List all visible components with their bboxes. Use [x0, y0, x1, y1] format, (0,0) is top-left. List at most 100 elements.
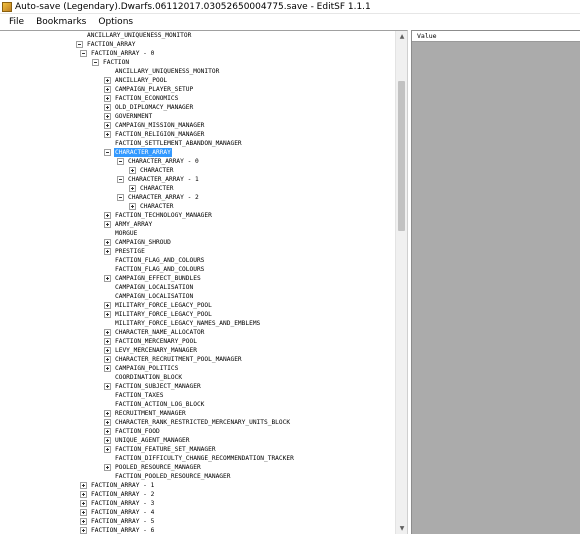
tree-node[interactable]: CHARACTER_NAME_ALLOCATOR	[104, 328, 205, 337]
collapse-minus-icon[interactable]	[80, 50, 87, 57]
expand-plus-icon[interactable]	[104, 77, 111, 84]
expand-plus-icon[interactable]	[80, 527, 87, 534]
collapse-minus-icon[interactable]	[92, 59, 99, 66]
expand-plus-icon[interactable]	[129, 203, 136, 210]
expand-plus-icon[interactable]	[104, 338, 111, 345]
tree-node[interactable]: FACTION_TAXES	[104, 391, 164, 400]
expand-plus-icon[interactable]	[104, 302, 111, 309]
tree-node[interactable]: CHARACTER	[129, 202, 175, 211]
expand-plus-icon[interactable]	[80, 500, 87, 507]
tree-node[interactable]: POOLED_RESOURCE_MANAGER	[104, 463, 202, 472]
expand-plus-icon[interactable]	[104, 329, 111, 336]
collapse-minus-icon[interactable]	[117, 176, 124, 183]
tree-node[interactable]: CHARACTER_ARRAY	[104, 148, 172, 157]
tree-node[interactable]: FACTION_ARRAY - 5	[80, 517, 155, 526]
tree-node[interactable]: OLD_DIPLOMACY_MANAGER	[104, 103, 194, 112]
expand-plus-icon[interactable]	[104, 104, 111, 111]
tree-node[interactable]: FACTION_ECONOMICS	[104, 94, 179, 103]
expand-plus-icon[interactable]	[129, 167, 136, 174]
tree-node[interactable]: FACTION_SETTLEMENT_ABANDON_MANAGER	[104, 139, 243, 148]
tree-node[interactable]: ANCILLARY_POOL	[104, 76, 168, 85]
collapse-minus-icon[interactable]	[76, 41, 83, 48]
tree-node[interactable]: FACTION_FLAG_AND_COLOURS	[104, 256, 205, 265]
tree-node[interactable]: CAMPAIGN_SHROUD	[104, 238, 172, 247]
expand-plus-icon[interactable]	[129, 185, 136, 192]
expand-plus-icon[interactable]	[80, 518, 87, 525]
expand-plus-icon[interactable]	[104, 383, 111, 390]
tree-node[interactable]: FACTION_ARRAY - 0	[80, 49, 155, 58]
tree-node[interactable]: UNIQUE_AGENT_MANAGER	[104, 436, 191, 445]
scrollbar-thumb[interactable]	[398, 81, 405, 231]
expand-plus-icon[interactable]	[104, 86, 111, 93]
tree-node[interactable]: GOVERNMENT	[104, 112, 153, 121]
expand-plus-icon[interactable]	[104, 437, 111, 444]
expand-plus-icon[interactable]	[104, 464, 111, 471]
menu-file[interactable]: File	[0, 14, 30, 30]
tree-node[interactable]: FACTION_DIFFICULTY_CHANGE_RECOMMENDATION…	[104, 454, 295, 463]
tree-node[interactable]: FACTION_ARRAY - 1	[80, 481, 155, 490]
expand-plus-icon[interactable]	[104, 356, 111, 363]
tree-node[interactable]: FACTION_ARRAY	[76, 40, 136, 49]
tree-node[interactable]: CAMPAIGN_POLITICS	[104, 364, 179, 373]
expand-plus-icon[interactable]	[104, 419, 111, 426]
tree-node[interactable]: FACTION	[92, 58, 130, 67]
collapse-minus-icon[interactable]	[104, 149, 111, 156]
tree-node[interactable]: ANCILLARY_UNIQUENESS_MONITOR	[76, 31, 192, 40]
tree-node[interactable]: FACTION_POOLED_RESOURCE_MANAGER	[104, 472, 231, 481]
tree-node[interactable]: FACTION_ARRAY - 4	[80, 508, 155, 517]
tree-node[interactable]: LEVY_MERCENARY_MANAGER	[104, 346, 198, 355]
tree-node[interactable]: FACTION_ARRAY - 6	[80, 526, 155, 534]
tree-node[interactable]: FACTION_FLAG_AND_COLOURS	[104, 265, 205, 274]
expand-plus-icon[interactable]	[80, 482, 87, 489]
tree-node[interactable]: CHARACTER	[129, 184, 175, 193]
tree-node[interactable]: FACTION_TECHNOLOGY_MANAGER	[104, 211, 213, 220]
tree-node[interactable]: CHARACTER	[129, 166, 175, 175]
expand-plus-icon[interactable]	[104, 122, 111, 129]
tree-node[interactable]: ARMY_ARRAY	[104, 220, 153, 229]
expand-plus-icon[interactable]	[104, 428, 111, 435]
tree-node[interactable]: CAMPAIGN_PLAYER_SETUP	[104, 85, 194, 94]
scroll-down-arrow-icon[interactable]: ▼	[398, 525, 406, 533]
expand-plus-icon[interactable]	[104, 239, 111, 246]
tree-node[interactable]: CHARACTER_RECRUITMENT_POOL_MANAGER	[104, 355, 243, 364]
expand-plus-icon[interactable]	[104, 365, 111, 372]
tree-node[interactable]: RECRUITMENT_MANAGER	[104, 409, 187, 418]
collapse-minus-icon[interactable]	[117, 158, 124, 165]
tree-node[interactable]: FACTION_FEATURE_SET_MANAGER	[104, 445, 217, 454]
tree-node[interactable]: FACTION_ACTION_LOG_BLOCK	[104, 400, 205, 409]
menu-options[interactable]: Options	[92, 14, 139, 30]
expand-plus-icon[interactable]	[104, 131, 111, 138]
expand-plus-icon[interactable]	[104, 275, 111, 282]
expand-plus-icon[interactable]	[80, 509, 87, 516]
tree-node[interactable]: FACTION_ARRAY - 3	[80, 499, 155, 508]
expand-plus-icon[interactable]	[80, 491, 87, 498]
tree-node[interactable]: MILITARY_FORCE_LEGACY_NAMES_AND_EMBLEMS	[104, 319, 261, 328]
tree-node[interactable]: CHARACTER_RANK_RESTRICTED_MERCENARY_UNIT…	[104, 418, 291, 427]
tree-node[interactable]: FACTION_SUBJECT_MANAGER	[104, 382, 202, 391]
tree-node[interactable]: ANCILLARY_UNIQUENESS_MONITOR	[104, 67, 220, 76]
tree-node[interactable]: MILITARY_FORCE_LEGACY_POOL	[104, 301, 213, 310]
tree-node[interactable]: FACTION_ARRAY - 2	[80, 490, 155, 499]
save-tree-view[interactable]: ▲ ▼ ANCILLARY_UNIQUENESS_MONITOR FACTION_…	[0, 30, 408, 534]
expand-plus-icon[interactable]	[104, 410, 111, 417]
expand-plus-icon[interactable]	[104, 347, 111, 354]
value-grid[interactable]: Value	[411, 30, 580, 534]
tree-node[interactable]: MILITARY_FORCE_LEGACY_POOL	[104, 310, 213, 319]
menu-bookmarks[interactable]: Bookmarks	[30, 14, 92, 30]
expand-plus-icon[interactable]	[104, 446, 111, 453]
expand-plus-icon[interactable]	[104, 311, 111, 318]
tree-node[interactable]: CHARACTER_ARRAY - 1	[117, 175, 200, 184]
value-column-header[interactable]: Value	[412, 31, 580, 42]
tree-node[interactable]: FACTION_FOOD	[104, 427, 161, 436]
expand-plus-icon[interactable]	[104, 212, 111, 219]
tree-vertical-scrollbar[interactable]: ▲ ▼	[395, 31, 407, 534]
tree-node[interactable]: FACTION_RELIGION_MANAGER	[104, 130, 205, 139]
tree-node[interactable]: COORDINATION_BLOCK	[104, 373, 183, 382]
expand-plus-icon[interactable]	[104, 113, 111, 120]
tree-node[interactable]: MORGUE	[104, 229, 138, 238]
expand-plus-icon[interactable]	[104, 221, 111, 228]
scroll-up-arrow-icon[interactable]: ▲	[398, 33, 406, 41]
tree-node[interactable]: CAMPAIGN_MISSION_MANAGER	[104, 121, 205, 130]
tree-node[interactable]: CAMPAIGN_EFFECT_BUNDLES	[104, 274, 202, 283]
tree-node[interactable]: CAMPAIGN_LOCALISATION	[104, 283, 194, 292]
